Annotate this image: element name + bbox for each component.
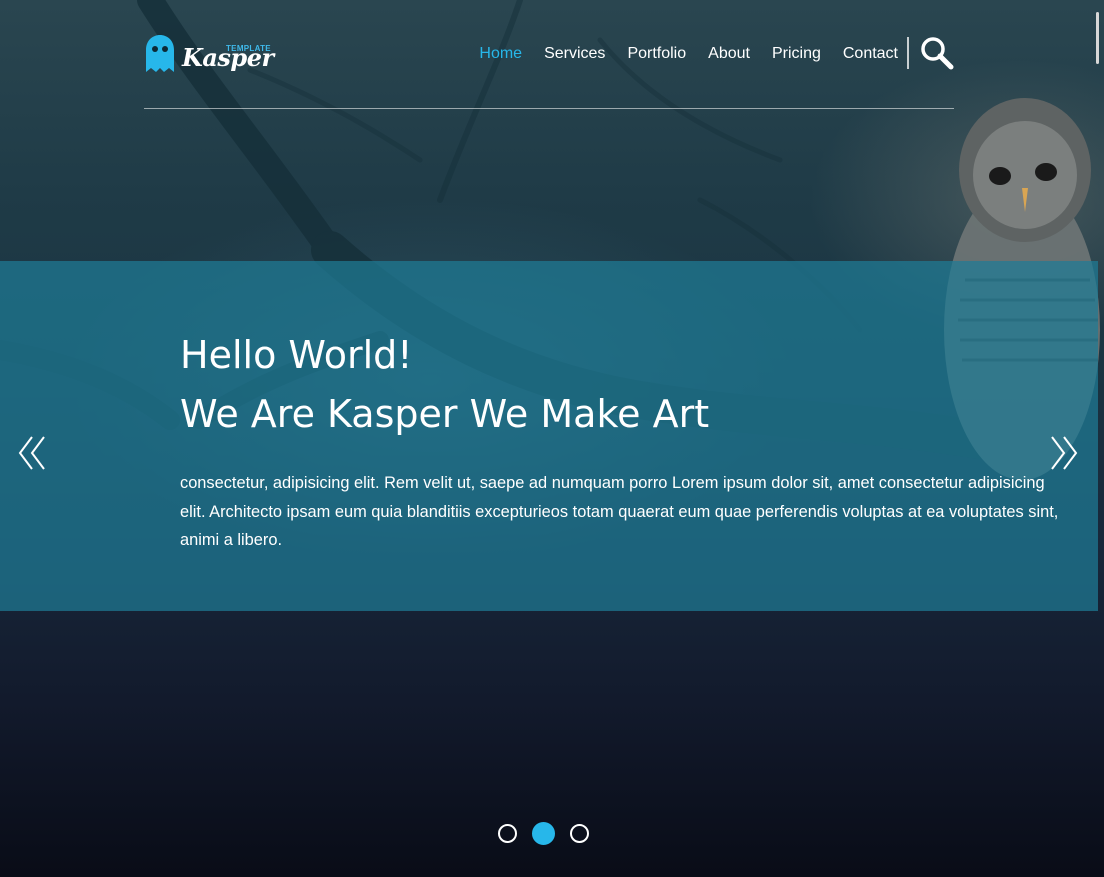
double-chevron-left-icon [18, 436, 45, 470]
slider-dot-2[interactable] [532, 822, 555, 845]
search-button[interactable] [920, 36, 954, 70]
double-chevron-right-icon [1051, 436, 1078, 470]
nav-pricing[interactable]: Pricing [772, 44, 821, 64]
slide-caption-panel: Hello World! We Are Kasper We Make Art c… [0, 261, 1098, 611]
slide-body-text: consectetur, adipisicing elit. Rem velit… [180, 474, 1059, 550]
header-bar: TEMPLATE Kasper Home Services Portfolio … [144, 30, 954, 109]
nav-home[interactable]: Home [479, 44, 522, 64]
slider-prev-button[interactable] [16, 434, 50, 472]
logo-word: Kasper [182, 43, 274, 72]
slider-pagination [498, 822, 604, 845]
nav-services[interactable]: Services [544, 44, 605, 64]
brand-logo[interactable]: TEMPLATE Kasper [144, 34, 274, 78]
slide-headline-2: We Are Kasper We Make Art [180, 392, 710, 436]
slider-next-button[interactable] [1046, 434, 1080, 472]
nav-divider [907, 37, 909, 69]
ghost-logo-icon [146, 35, 174, 72]
nav-about[interactable]: About [708, 44, 750, 64]
slider-dot-3[interactable] [570, 824, 589, 843]
nav-portfolio[interactable]: Portfolio [627, 44, 686, 64]
hero-background: TEMPLATE Kasper Home Services Portfolio … [0, 0, 1104, 877]
slider-dot-1[interactable] [498, 824, 517, 843]
nav-contact[interactable]: Contact [843, 44, 898, 64]
main-nav: Home Services Portfolio About Pricing Co… [457, 44, 898, 64]
page-scrollbar[interactable] [1096, 12, 1099, 64]
search-icon [921, 37, 954, 70]
slide-headline-1: Hello World! [180, 333, 413, 377]
